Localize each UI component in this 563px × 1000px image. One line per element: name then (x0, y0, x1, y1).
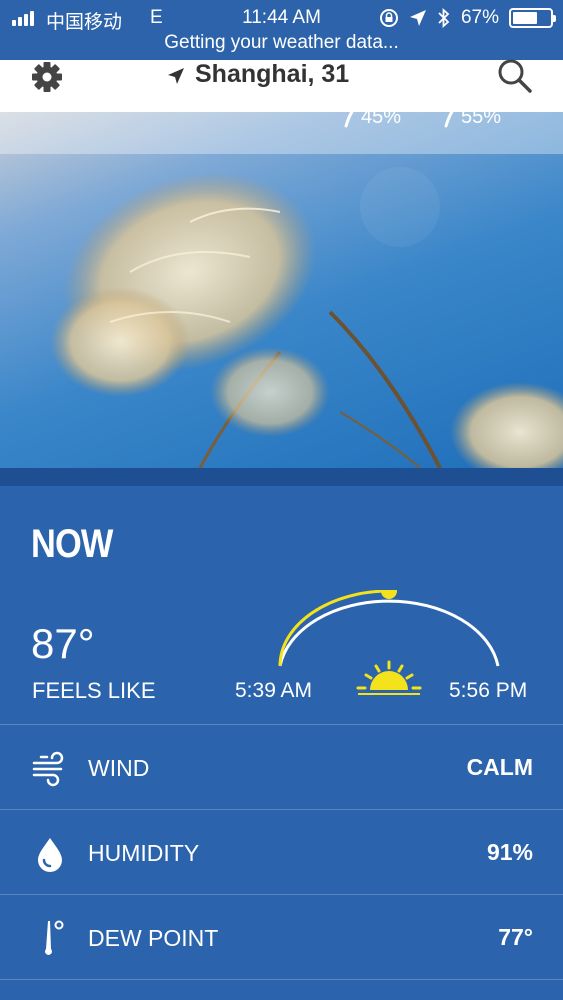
app-header: Shanghai, 31 (0, 58, 563, 112)
location-services-icon (409, 10, 426, 26)
condition-label: DEW POINT (88, 925, 219, 951)
loading-message: Getting your weather data... (164, 32, 399, 53)
water-drop-icon (38, 838, 62, 872)
sunrise-icon (356, 660, 422, 695)
precip-chance-value: 55% (461, 112, 502, 128)
sunset-time: 5:56 PM (449, 679, 528, 702)
bluetooth-icon (438, 8, 450, 28)
battery-icon (509, 8, 556, 28)
hero-image: 45% 55% (0, 112, 563, 468)
condition-value: 77° (498, 924, 533, 950)
location-title[interactable]: Shanghai, 31 (195, 60, 349, 89)
thermometer-icon (45, 920, 64, 955)
pampas-grass-photo (50, 167, 563, 468)
search-icon[interactable] (497, 58, 533, 94)
condition-row-humidity[interactable]: HUMIDITY 91% (0, 809, 563, 894)
precip-chance-right: 55% (443, 112, 501, 129)
condition-row-dew-point[interactable]: DEW POINT 77° (0, 894, 563, 979)
current-temperature: 87° (31, 620, 95, 667)
feels-like-label: FEELS LIKE (32, 678, 156, 703)
location-arrow-icon (168, 68, 184, 84)
battery-percentage: 67% (460, 7, 499, 28)
condition-row-next (0, 979, 563, 1000)
wind-icon (32, 751, 64, 787)
gear-icon[interactable] (30, 60, 64, 94)
sunrise-time: 5:39 AM (235, 679, 313, 702)
status-bar: 中国移动 E 11:44 AM 67% Getting your weather… (0, 0, 563, 60)
condition-value: CALM (466, 754, 533, 780)
precip-chance-left: 45% (343, 112, 401, 129)
forecast-strip: 45% 55% (0, 112, 563, 154)
battery-level (513, 12, 538, 24)
condition-value: 91% (486, 839, 533, 865)
sun-position-marker (381, 590, 397, 599)
condition-label: WIND (88, 755, 150, 781)
condition-row-wind[interactable]: WIND CALM (0, 724, 563, 809)
raindrop-icon (344, 112, 354, 127)
rotation-lock-icon (379, 9, 398, 27)
section-title-now: NOW (31, 522, 113, 566)
precip-chance-value: 45% (361, 112, 402, 128)
condition-label: HUMIDITY (88, 840, 200, 866)
hero-divider (0, 468, 563, 486)
raindrop-icon (444, 112, 454, 127)
